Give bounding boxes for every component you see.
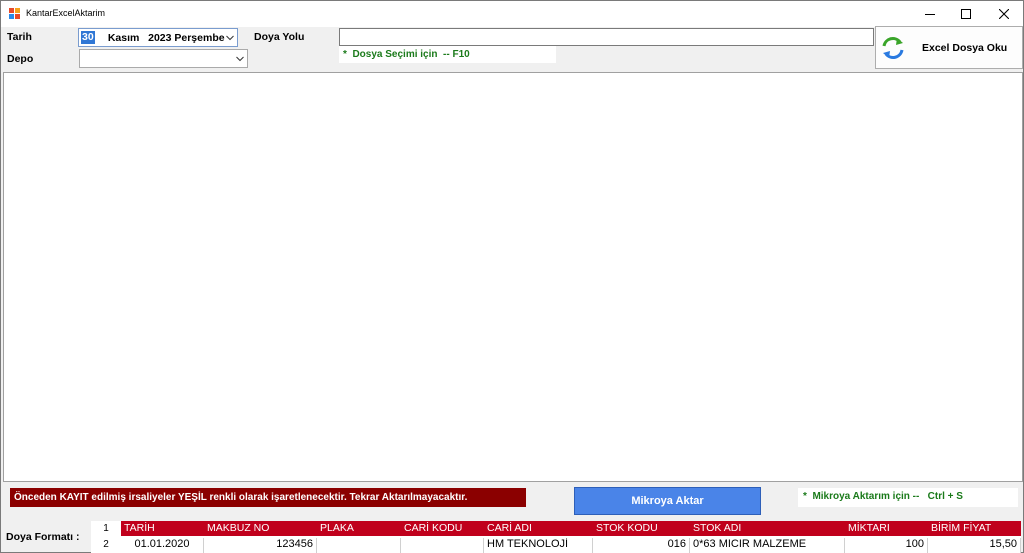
file-path-input[interactable] — [339, 28, 874, 46]
window-title: KantarExcelAktarim — [26, 8, 106, 18]
read-excel-label: Excel Dosya Oku — [922, 42, 1008, 54]
format-header-row: TARİH MAKBUZ NO PLAKA CARİ KODU CARİ ADI… — [121, 521, 1021, 536]
chevron-down-icon[interactable] — [226, 35, 234, 41]
header-cari-adi: CARİ ADI — [487, 522, 532, 534]
date-day-segment[interactable]: 30 — [81, 31, 95, 44]
close-button[interactable] — [986, 1, 1022, 27]
depo-select[interactable] — [79, 49, 248, 68]
cell-miktari: 100 — [845, 538, 928, 553]
cell-tarih: 01.01.2020 — [121, 538, 204, 553]
minimize-icon — [925, 14, 935, 15]
file-select-hint: * Dosya Seçimi için -- F10 — [339, 46, 556, 63]
header-plaka: PLAKA — [320, 522, 354, 534]
header-cari-kodu: CARİ KODU — [404, 522, 463, 534]
title-bar: KantarExcelAktarim — [1, 1, 1023, 27]
tarih-label: Tarih — [7, 31, 32, 43]
read-excel-button[interactable]: Excel Dosya Oku — [875, 26, 1023, 69]
doya-yolu-label: Doya Yolu — [254, 31, 305, 43]
saved-warning: Önceden KAYIT edilmiş irsaliyeler YEŞİL … — [10, 488, 526, 507]
main-window: KantarExcelAktarim Tarih Depo Doya Yolu … — [0, 0, 1024, 553]
header-miktari: MİKTARI — [848, 522, 890, 534]
format-label: Doya Formatı : — [6, 531, 80, 543]
maximize-icon — [961, 9, 971, 19]
cell-stok-adi: 0*63 MICIR MALZEME — [690, 538, 845, 553]
mikroya-aktar-label: Mikroya Aktar — [631, 495, 704, 507]
cell-stok-kodu: 016 — [593, 538, 690, 553]
cell-cari-kodu — [401, 538, 484, 553]
cell-plaka — [317, 538, 401, 553]
cell-cari-adi: HM TEKNOLOJİ — [484, 538, 593, 553]
mikroya-aktar-button[interactable]: Mikroya Aktar — [574, 487, 761, 515]
row-number: 2 — [103, 539, 109, 550]
row-number: 1 — [103, 523, 109, 534]
data-grid[interactable] — [3, 72, 1023, 482]
refresh-icon — [882, 37, 904, 59]
header-stok-adi: STOK ADI — [693, 522, 742, 534]
close-icon — [999, 9, 1009, 19]
transfer-hint: * Mikroya Aktarım için -- Ctrl + S — [798, 488, 1018, 507]
header-birim-fiyat: BİRİM FİYAT — [931, 522, 992, 534]
cell-makbuz-no: 123456 — [204, 538, 317, 553]
depo-label: Depo — [7, 53, 34, 65]
format-table: 1 2 TARİH MAKBUZ NO PLAKA CARİ KODU CARİ… — [91, 521, 1021, 553]
date-picker[interactable]: 30 Kasım 2023 Perşembe — [78, 28, 238, 47]
date-rest-text: Kasım 2023 Perşembe — [102, 32, 225, 44]
header-stok-kodu: STOK KODU — [596, 522, 658, 534]
header-makbuz-no: MAKBUZ NO — [207, 522, 270, 534]
minimize-button[interactable] — [912, 1, 948, 27]
maximize-button[interactable] — [948, 1, 984, 27]
chevron-down-icon[interactable] — [236, 56, 244, 62]
app-icon — [9, 8, 21, 20]
header-tarih: TARİH — [124, 522, 155, 534]
cell-birim-fiyat: 15,50 — [928, 538, 1021, 553]
